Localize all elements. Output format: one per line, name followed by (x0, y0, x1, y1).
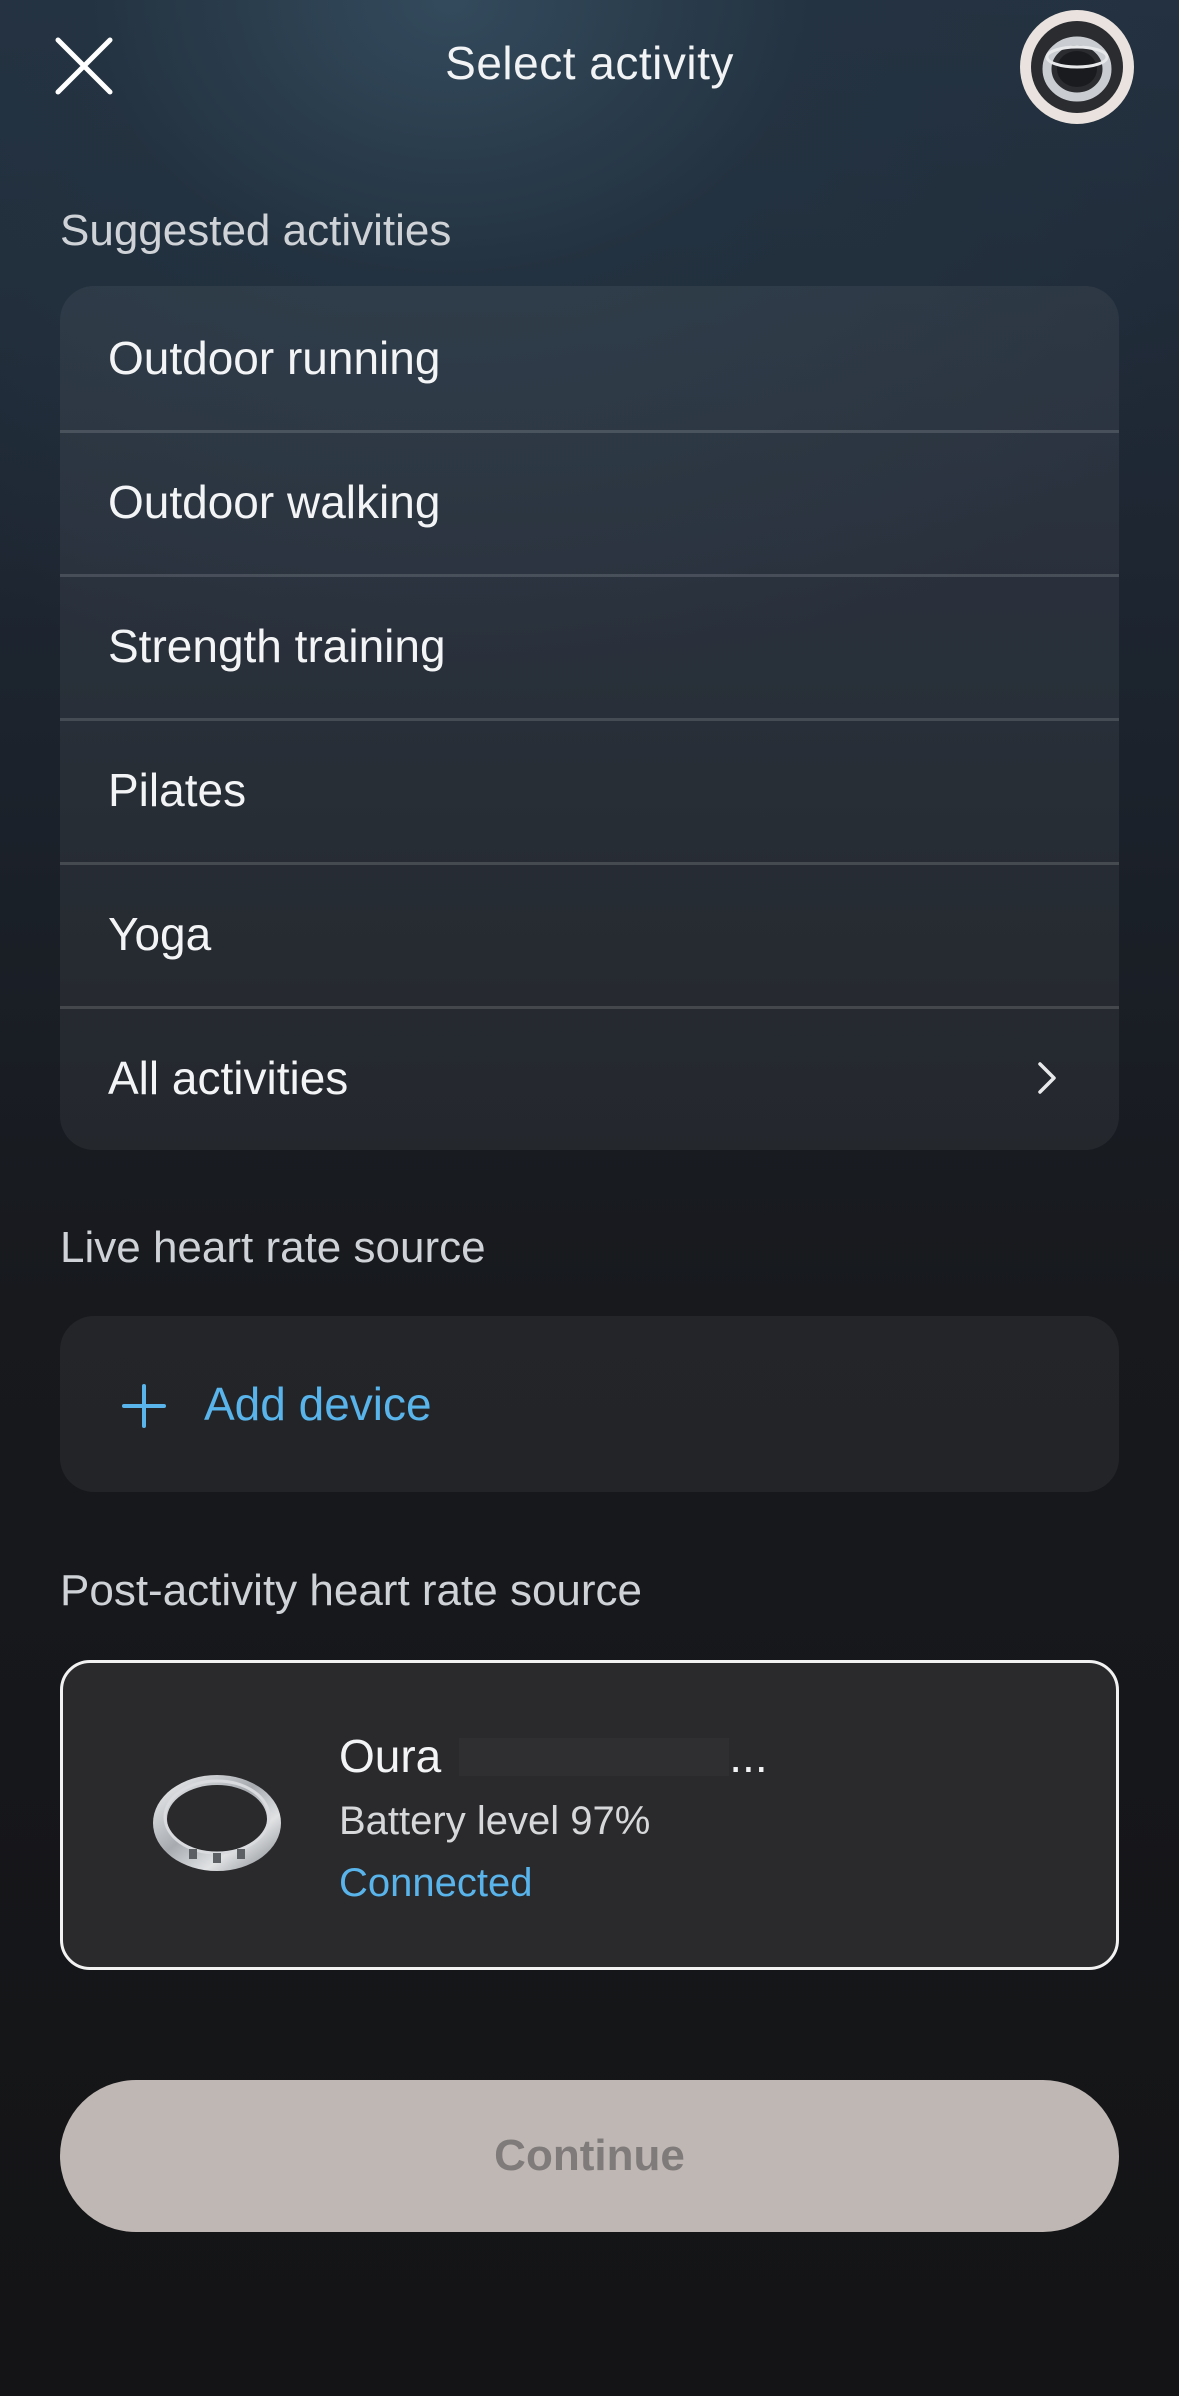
activity-pilates[interactable]: Pilates (60, 718, 1119, 862)
suggested-activities-list: Outdoor running Outdoor walking Strength… (60, 286, 1119, 1150)
activity-label: Outdoor running (108, 332, 441, 384)
continue-button[interactable]: Continue (60, 2080, 1119, 2232)
top-bar: Select activity (0, 0, 1179, 140)
all-activities-row[interactable]: All activities (60, 1006, 1119, 1150)
activity-outdoor-walking[interactable]: Outdoor walking (60, 430, 1119, 574)
oura-ring-image (147, 1759, 287, 1879)
device-name: Oura... (339, 1729, 768, 1783)
device-name-suffix: ... (729, 1730, 768, 1782)
ring-device-button[interactable] (1020, 10, 1134, 124)
activity-label: Pilates (108, 764, 247, 816)
activity-label: Strength training (108, 620, 446, 672)
device-name-text: Oura (339, 1730, 442, 1782)
activity-yoga[interactable]: Yoga (60, 862, 1119, 1006)
activity-label: Yoga (108, 908, 212, 960)
redacted-block (459, 1738, 730, 1776)
activity-label: All activities (108, 1052, 349, 1104)
activity-strength-training[interactable]: Strength training (60, 574, 1119, 718)
live-heart-rate-heading: Live heart rate source (60, 1223, 486, 1272)
activity-outdoor-running[interactable]: Outdoor running (60, 286, 1119, 430)
page-title: Select activity (445, 37, 734, 89)
suggested-activities-heading: Suggested activities (60, 206, 452, 255)
post-activity-heart-rate-heading: Post-activity heart rate source (60, 1566, 643, 1615)
chevron-right-icon (1027, 1058, 1067, 1098)
plus-icon (122, 1384, 166, 1428)
battery-level: Battery level 97% (339, 1799, 651, 1843)
device-card-oura[interactable]: Oura... Battery level 97% Connected (60, 1660, 1119, 1970)
activity-label: Outdoor walking (108, 476, 441, 528)
add-device-label: Add device (204, 1378, 432, 1430)
add-device-button[interactable]: Add device (60, 1316, 1119, 1492)
connection-status: Connected (339, 1861, 533, 1905)
ring-device-icon (1042, 36, 1112, 102)
